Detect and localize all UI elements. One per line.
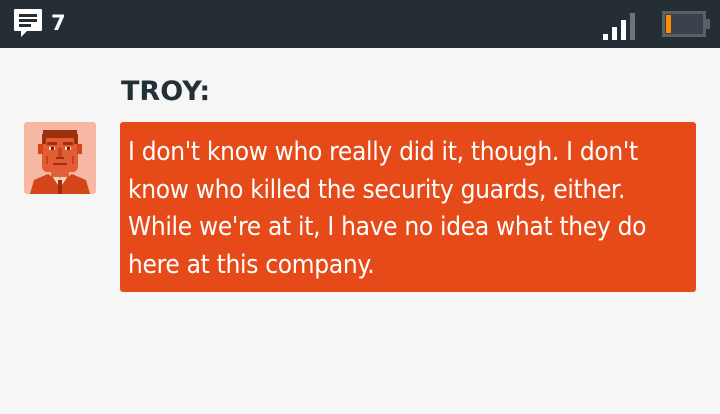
status-bar: 7	[0, 0, 720, 48]
speaker-name: TROY:	[121, 76, 211, 107]
troy-portrait-icon	[24, 122, 96, 194]
signal-strength-icon	[603, 13, 635, 40]
speaker-avatar	[24, 122, 96, 194]
speech-bubble[interactable]: I don't know who really did it, though. …	[120, 122, 696, 292]
chat-bubble-icon[interactable]	[12, 7, 44, 39]
battery-low-icon	[662, 11, 710, 37]
message-count: 7	[51, 11, 66, 35]
dialogue-message: I don't know who really did it, though. …	[128, 137, 647, 280]
